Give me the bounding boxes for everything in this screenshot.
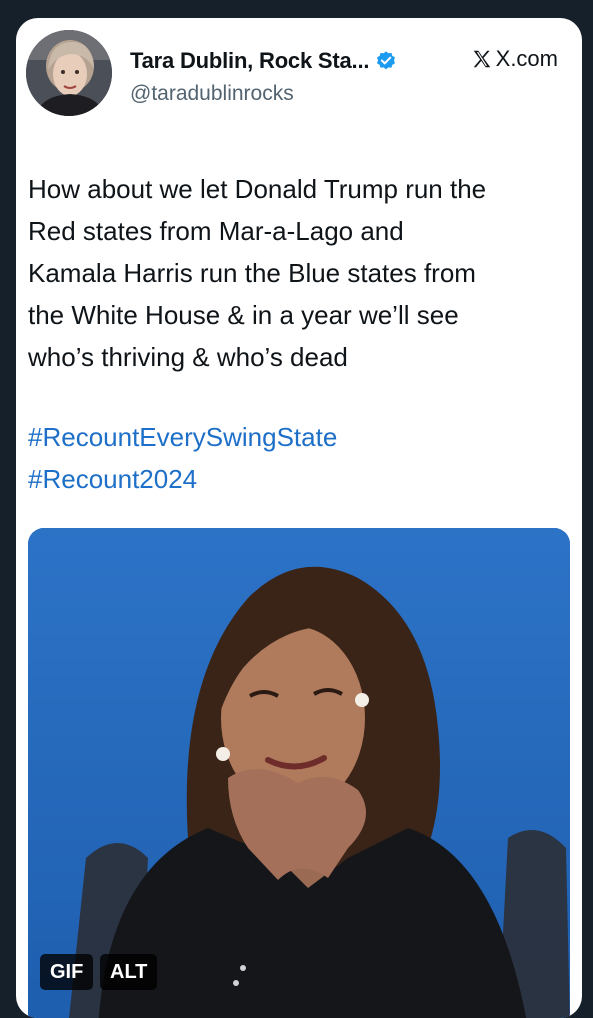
gif-badge[interactable]: GIF: [40, 954, 94, 990]
x-logo-icon: [473, 50, 490, 68]
post-text-line: How about we let Donald Trump run the: [28, 174, 487, 204]
avatar[interactable]: [26, 30, 112, 116]
post-media[interactable]: GIF ALT: [28, 528, 570, 1018]
post-text-line: the White House & in a year we’ll see: [28, 300, 459, 330]
hashtag-link[interactable]: #Recount2024: [28, 458, 570, 500]
verified-check-icon: [377, 51, 396, 70]
gif-image: [28, 528, 570, 1018]
post-header: Tara Dublin, Rock Sta... X.com @taradubl…: [26, 30, 572, 120]
author-name[interactable]: Tara Dublin, Rock Sta...: [130, 48, 369, 74]
site-label[interactable]: X.com: [471, 46, 558, 72]
post-text-line: Kamala Harris run the Blue states from: [28, 258, 476, 288]
avatar-image: [26, 30, 112, 116]
post-text-line: who’s thriving & who’s dead: [28, 342, 348, 372]
hashtag-list: #RecountEverySwingState #Recount2024: [28, 416, 570, 500]
author-row: Tara Dublin, Rock Sta...: [130, 48, 397, 74]
hashtag-link[interactable]: #RecountEverySwingState: [28, 416, 570, 458]
alt-badge[interactable]: ALT: [100, 954, 158, 990]
post-text-line: Red states from Mar-a-Lago and: [28, 216, 404, 246]
author-handle[interactable]: @taradublinrocks: [130, 82, 294, 106]
post-card: Tara Dublin, Rock Sta... X.com @taradubl…: [16, 18, 582, 1018]
site-text: X.com: [495, 46, 558, 71]
post-text: How about we let Donald Trump run the Re…: [28, 168, 570, 500]
